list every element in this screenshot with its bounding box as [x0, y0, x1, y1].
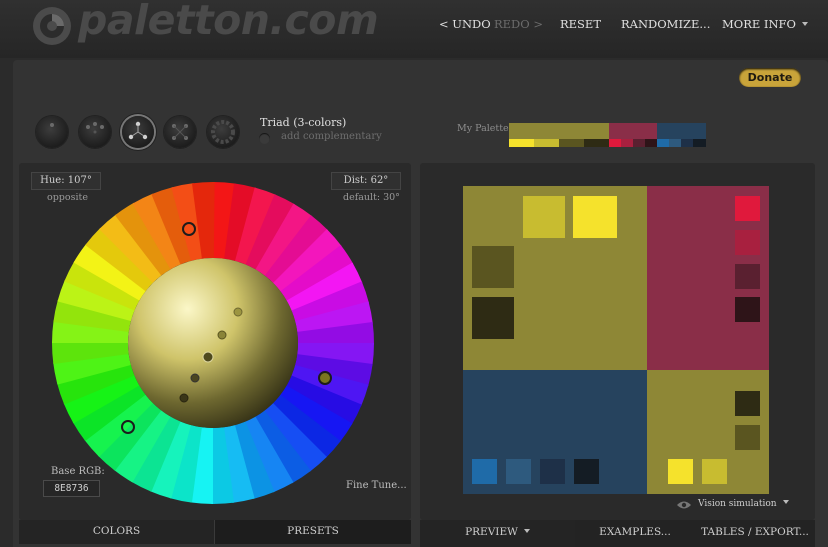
scheme-free-button[interactable]: [207, 116, 239, 148]
chevron-down-icon: [523, 529, 530, 533]
scheme-name: Triad (3-colors): [260, 116, 347, 129]
scheme-triad-button[interactable]: [122, 116, 154, 148]
tertiary-shade-swatch[interactable]: [574, 459, 599, 484]
vision-simulation-label: Vision simulation: [698, 499, 777, 509]
reset-button[interactable]: RESET: [560, 17, 601, 31]
primary-shade-swatch[interactable]: [702, 459, 727, 484]
primary-hue-handle[interactable]: [318, 371, 332, 385]
my-palette-label: My Palette:: [457, 123, 512, 134]
my-palette-strip[interactable]: [509, 123, 706, 148]
tertiary-shade-swatch[interactable]: [472, 459, 497, 484]
primary-shade-swatch[interactable]: [573, 196, 617, 238]
tertiary-shade-swatch[interactable]: [540, 459, 565, 484]
scheme-tetrad-button[interactable]: [164, 116, 196, 148]
tab-preview[interactable]: PREVIEW: [420, 520, 575, 547]
randomize-button[interactable]: RANDOMIZE...: [621, 17, 710, 31]
adjacent-scheme-icon: [86, 122, 104, 134]
undo-button[interactable]: < UNDO: [439, 17, 491, 31]
tab-tables-export[interactable]: TABLES / EXPORT...: [695, 520, 815, 547]
tab-preview-label: PREVIEW: [465, 526, 518, 538]
secondary-shade-swatch[interactable]: [735, 230, 760, 255]
free-scheme-icon: [211, 120, 235, 144]
tertiary-shade-swatch[interactable]: [506, 459, 531, 484]
shade-dot[interactable]: [217, 330, 227, 340]
vision-simulation-menu[interactable]: Vision simulation: [676, 499, 789, 509]
more-info-label: MORE INFO: [722, 17, 796, 31]
shade-dot[interactable]: [190, 373, 200, 383]
primary-shade-swatch[interactable]: [735, 391, 760, 416]
base-rgb-input[interactable]: 8E8736: [43, 480, 100, 497]
scheme-mono-button[interactable]: [36, 116, 68, 148]
tab-examples[interactable]: EXAMPLES...: [575, 520, 695, 547]
redo-button[interactable]: REDO >: [494, 17, 543, 31]
logo-text: paletton.com: [78, 0, 379, 44]
tetrad-scheme-icon: [172, 124, 188, 140]
primary-shade-swatch[interactable]: [523, 196, 565, 238]
more-info-menu[interactable]: MORE INFO: [722, 17, 808, 31]
primary-shade-swatch[interactable]: [472, 297, 514, 339]
fine-tune-button[interactable]: Fine Tune...: [346, 480, 407, 491]
base-rgb-label: Base RGB:: [51, 466, 105, 477]
secondary-shade-swatch[interactable]: [735, 264, 760, 289]
secondary-shade-swatch[interactable]: [735, 297, 760, 322]
tab-presets[interactable]: PRESETS: [215, 520, 411, 544]
base-shade-handle[interactable]: [202, 351, 214, 363]
saturation-brightness-field[interactable]: [128, 258, 298, 428]
triad-scheme-icon: [128, 121, 148, 140]
chevron-down-icon: [782, 500, 789, 504]
palette-preview: [463, 186, 769, 494]
scheme-adjacent-button[interactable]: [79, 116, 111, 148]
add-complementary-toggle[interactable]: [259, 133, 270, 144]
primary-shade-swatch[interactable]: [735, 425, 760, 450]
paletton-logo-icon: [33, 7, 71, 45]
mono-scheme-icon: [50, 123, 54, 127]
secondary-shade-swatch[interactable]: [735, 196, 760, 221]
donate-button[interactable]: Donate: [739, 68, 801, 87]
add-complementary-label[interactable]: add complementary: [281, 131, 382, 142]
tab-colors[interactable]: COLORS: [19, 520, 215, 544]
primary-shade-swatch[interactable]: [668, 459, 693, 484]
chevron-down-icon: [801, 22, 808, 26]
primary-shade-swatch[interactable]: [472, 246, 514, 288]
color-wheel[interactable]: [50, 180, 376, 506]
shade-dot[interactable]: [179, 393, 189, 403]
top-bar: paletton.com < UNDO REDO > RESET RANDOMI…: [0, 0, 828, 58]
shade-dot[interactable]: [233, 307, 243, 317]
